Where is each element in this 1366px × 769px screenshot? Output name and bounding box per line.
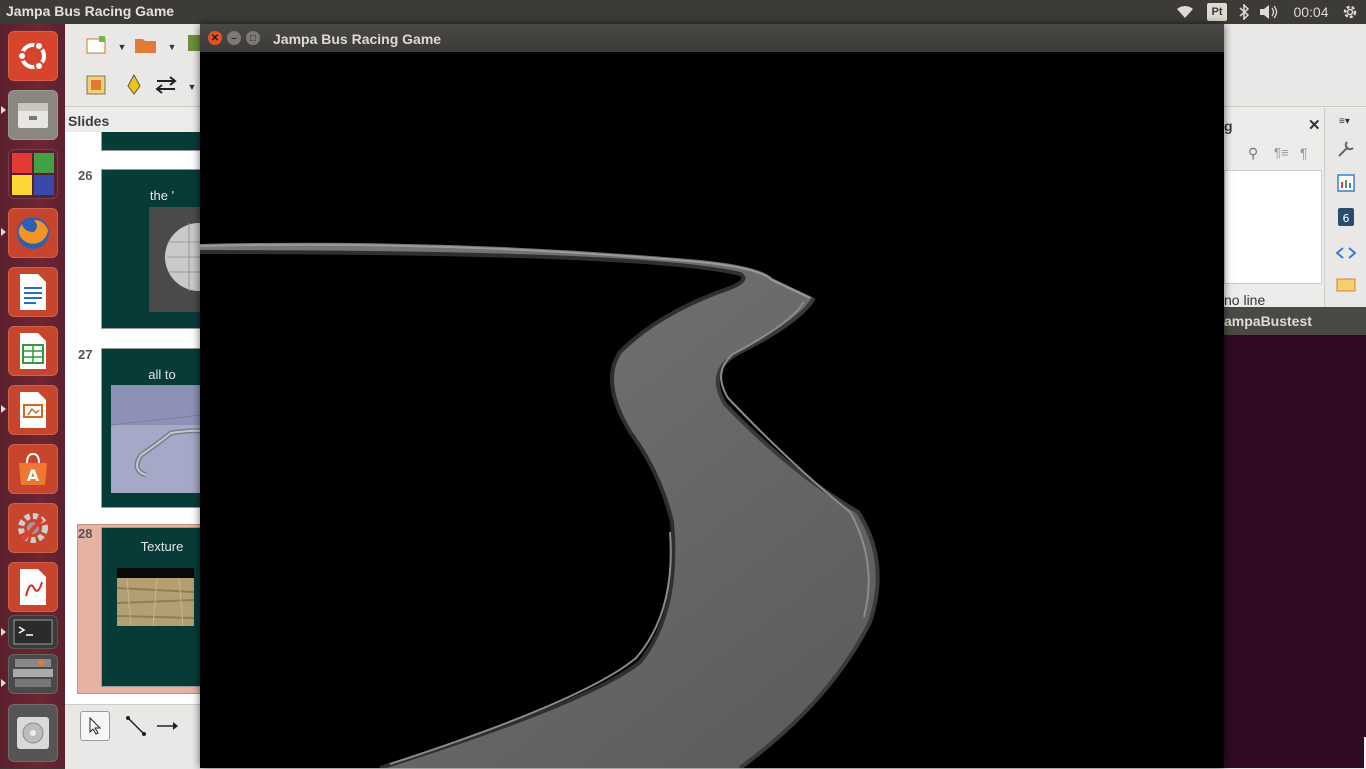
sidebar-menu-icon[interactable]: ≡▾ [1339, 116, 1350, 127]
slide-image [111, 385, 202, 493]
top-panel: Jampa Bus Racing Game Pt 00:04 [0, 0, 1366, 24]
slides-pane: 26 the ' 27 all to 28 Texture [65, 132, 203, 720]
dropdown-arrow-icon[interactable]: ▼ [159, 36, 185, 58]
arrow-tool-icon[interactable] [155, 715, 181, 737]
svg-text:A: A [27, 466, 40, 485]
maximize-window-icon[interactable]: □ [246, 31, 260, 45]
keyboard-layout-indicator[interactable]: Pt [1207, 3, 1227, 21]
line-style-text: no line [1224, 292, 1266, 308]
properties-content-box [1224, 170, 1322, 284]
slide-title: the ' [149, 188, 175, 203]
slide-thumbnail-27[interactable]: all to [101, 348, 203, 508]
gallery-icon[interactable] [1333, 274, 1359, 296]
libreoffice-impress-icon[interactable] [8, 385, 58, 435]
workspaces-icon[interactable] [8, 149, 58, 199]
svg-text:6: 6 [1343, 212, 1350, 225]
arrows-icon[interactable] [153, 74, 179, 96]
game-viewport[interactable] [200, 52, 1224, 768]
running-indicator [1, 405, 6, 413]
slide-layout-icon[interactable] [83, 74, 109, 96]
running-indicator [1, 679, 6, 687]
terminal-titlebar[interactable]: ampaBustest [1224, 307, 1366, 335]
system-settings-icon[interactable] [8, 503, 58, 553]
dropdown-arrow-icon[interactable]: ▼ [109, 36, 135, 58]
wifi-icon[interactable] [1174, 0, 1196, 24]
road-surface [200, 242, 878, 768]
software-center-icon[interactable]: A [8, 444, 58, 494]
terminal-title: ampaBustest [1224, 313, 1312, 329]
slide-title: all to [148, 367, 176, 382]
sidebar-deck: ≡▾ 6 [1324, 108, 1366, 308]
slide-thumbnail-28[interactable]: Texture [101, 527, 203, 687]
active-window-title: Jampa Bus Racing Game [6, 3, 175, 19]
slide-number: 27 [78, 347, 93, 362]
firefox-icon[interactable] [8, 208, 58, 258]
close-window-icon[interactable]: ✕ [208, 31, 222, 45]
system-gear-icon[interactable] [1338, 0, 1362, 24]
libreoffice-writer-icon[interactable] [8, 267, 58, 317]
slide-number: 28 [78, 526, 93, 541]
properties-wrench-icon[interactable] [1333, 138, 1359, 160]
open-folder-icon[interactable] [133, 34, 159, 56]
game-titlebar[interactable]: ✕ – □ Jampa Bus Racing Game [200, 24, 1224, 52]
texture-image [117, 568, 194, 626]
slide-thumbnail-25[interactable] [101, 132, 203, 151]
game-window: ✕ – □ Jampa Bus Racing Game [200, 24, 1224, 768]
running-indicator [1, 106, 6, 114]
stacked-apps-icon[interactable] [8, 654, 58, 694]
paragraph-mark-icon[interactable]: ¶≡ [1274, 145, 1289, 160]
panel-title-partial: g [1224, 118, 1233, 134]
close-icon[interactable]: ✕ [1308, 116, 1321, 134]
running-indicator [1, 228, 6, 236]
slide-thumbnail-26[interactable]: the ' [101, 169, 203, 329]
clock[interactable]: 00:04 [1290, 0, 1332, 24]
navigator-icon[interactable] [1333, 242, 1359, 264]
launcher: A [0, 24, 66, 768]
terminal-window: ampaBustest [1224, 307, 1366, 768]
paragraph-style-icon[interactable]: ¶ [1300, 145, 1308, 161]
pen-icon[interactable] [121, 74, 147, 96]
line-tool-icon[interactable] [123, 715, 149, 737]
game-window-title: Jampa Bus Racing Game [273, 31, 442, 47]
properties-panel: g ✕ ⚲ ¶≡ ¶ no line [1224, 108, 1324, 308]
slide-number: 26 [78, 168, 93, 183]
select-cursor-icon[interactable] [80, 711, 110, 741]
paint-format-icon[interactable]: ⚲ [1248, 145, 1258, 162]
master-slides-icon[interactable] [1333, 172, 1359, 194]
document-viewer-icon[interactable] [8, 562, 58, 612]
running-indicator [1, 628, 6, 636]
minimize-window-icon[interactable]: – [227, 31, 241, 45]
slide-title: Texture [140, 539, 184, 554]
animation-icon[interactable]: 6 [1333, 206, 1359, 228]
libreoffice-calc-icon[interactable] [8, 326, 58, 376]
slide-image [149, 207, 202, 312]
slides-pane-title: Slides [68, 113, 110, 129]
dvd-drive-icon[interactable] [8, 704, 58, 762]
volume-icon[interactable] [1258, 0, 1280, 24]
ubuntu-dash-icon[interactable] [8, 31, 58, 81]
files-icon[interactable] [8, 90, 58, 140]
terminal-icon[interactable] [8, 615, 58, 649]
new-slide-icon[interactable] [83, 34, 109, 56]
race-track [200, 242, 880, 768]
bluetooth-icon[interactable] [1236, 0, 1252, 24]
